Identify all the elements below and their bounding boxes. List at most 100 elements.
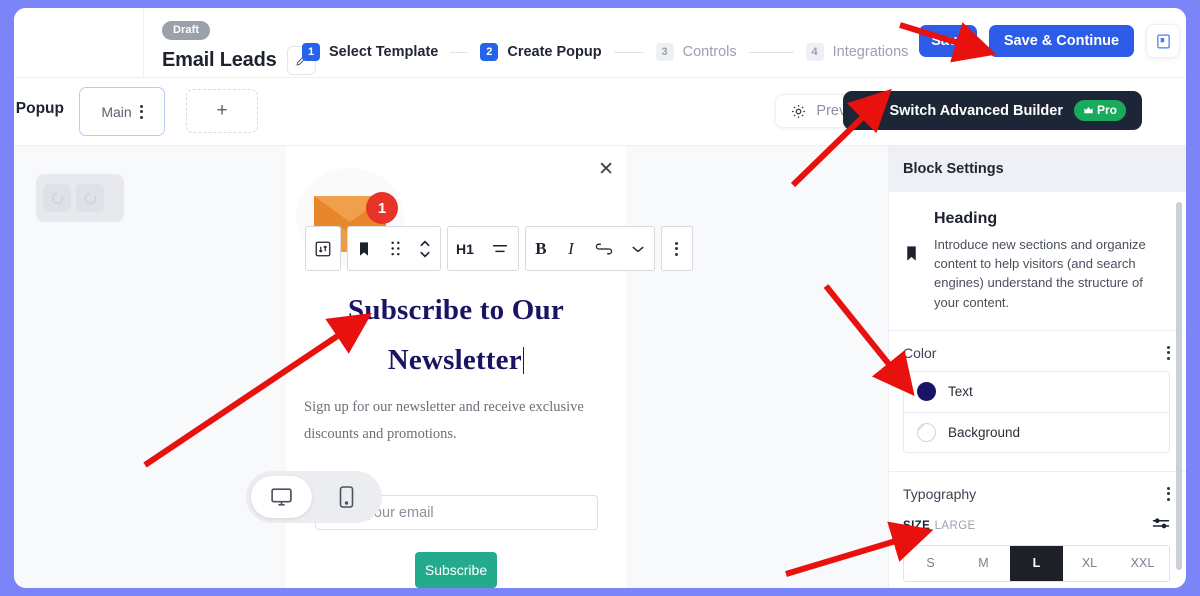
align-icon[interactable] — [482, 226, 518, 271]
editor-section-label: it Popup — [14, 100, 64, 117]
save-and-continue-button[interactable]: Save & Continue — [989, 25, 1134, 57]
step-label: Create Popup — [507, 44, 602, 60]
color-row-label: Background — [948, 424, 1021, 440]
font-size-selector: S M L XL XXL — [903, 544, 1170, 582]
popup-subtext[interactable]: Sign up for our newsletter and receive e… — [304, 394, 604, 448]
tab-main-label: Main — [101, 103, 132, 120]
heading-level-button[interactable]: H1 — [448, 226, 482, 271]
device-mobile-button[interactable] — [316, 476, 377, 518]
size-option-l[interactable]: L — [1010, 545, 1063, 581]
layout-icon — [861, 103, 877, 118]
size-option-xl[interactable]: XL — [1063, 546, 1116, 581]
step-create-popup[interactable]: 2 Create Popup — [480, 43, 602, 61]
loading-skeleton — [36, 174, 124, 222]
editor-canvas: ✕ 1 H1 B I Subscribe to Our Newsletter S… — [14, 146, 888, 588]
size-option-s[interactable]: S — [904, 546, 957, 581]
panel-scrollbar[interactable] — [1176, 202, 1182, 570]
block-info: Heading Introduce new sections and organ… — [889, 192, 1186, 331]
color-row-background[interactable]: Background — [904, 411, 1169, 452]
step-connector — [613, 51, 644, 53]
toolbar-group-block — [347, 226, 441, 271]
switch-advanced-builder-button[interactable]: Switch Advanced Builder Pro — [843, 91, 1142, 130]
step-controls[interactable]: 3 Controls — [655, 43, 737, 61]
step-number: 4 — [805, 43, 824, 61]
step-label: Integrations — [832, 44, 909, 60]
pro-badge-label: Pro — [1096, 103, 1117, 117]
crown-icon — [1084, 106, 1093, 113]
move-updown-icon[interactable] — [410, 226, 440, 271]
grip-dots-icon — [390, 241, 400, 256]
background-color-swatch[interactable] — [917, 422, 936, 442]
chain-link-icon — [595, 243, 613, 254]
topbar-actions: Save Save & Continue — [919, 24, 1186, 58]
color-row-text[interactable]: Text — [904, 372, 1169, 412]
docs-button[interactable] — [1146, 24, 1180, 58]
typography-settings-button[interactable] — [1152, 516, 1170, 535]
color-section-header: Color — [889, 331, 1186, 371]
size-option-m[interactable]: M — [957, 546, 1010, 581]
chevron-updown-icon — [420, 239, 430, 258]
tab-kebab-icon[interactable] — [139, 104, 143, 119]
app-window: ‹ Draft Email Leads 1 Select Template 2 — [14, 8, 1186, 588]
step-integrations[interactable]: 4 Integrations — [805, 43, 909, 61]
typography-kebab-icon[interactable] — [1167, 486, 1170, 501]
device-desktop-button[interactable] — [251, 476, 312, 518]
toolbar-group-heading: H1 — [447, 226, 519, 271]
pro-badge: Pro — [1073, 100, 1126, 121]
subscribe-button[interactable]: Subscribe — [415, 552, 497, 588]
close-icon[interactable]: ✕ — [598, 160, 614, 179]
typography-section-title: Typography — [903, 485, 977, 502]
book-icon — [1156, 33, 1170, 49]
color-section-title: Color — [903, 344, 937, 361]
typography-section-header: Typography — [889, 472, 1186, 512]
more-formats-chevron-icon[interactable] — [622, 226, 654, 271]
top-bar: ‹ Draft Email Leads 1 Select Template 2 — [14, 8, 1186, 78]
sub-bar: it Popup Main + Preview Switch Advanced … — [14, 78, 1186, 146]
heading-block-icon[interactable] — [348, 226, 380, 271]
italic-button[interactable]: I — [556, 226, 586, 271]
block-icon-wrap — [903, 210, 920, 312]
size-option-xxl[interactable]: XXL — [1116, 546, 1169, 581]
chevron-down-icon — [632, 246, 644, 252]
block-editor-toolbar: H1 B I — [305, 226, 693, 271]
bookmark-icon — [360, 241, 368, 256]
bold-button[interactable]: B — [526, 226, 556, 271]
desktop-icon — [271, 487, 292, 506]
envelope-badge: 1 — [366, 192, 398, 224]
color-row-label: Text — [948, 384, 973, 400]
step-number: 1 — [302, 43, 320, 61]
popup-heading-text: Subscribe to Our Newsletter — [348, 294, 564, 376]
color-kebab-icon[interactable] — [1167, 345, 1170, 360]
size-value: LARGE — [934, 520, 976, 533]
save-button[interactable]: Save — [919, 25, 977, 57]
step-select-template[interactable]: 1 Select Template — [302, 43, 438, 61]
step-connector — [748, 51, 794, 53]
toolbar-group-format: B I — [524, 226, 655, 271]
step-label: Select Template — [329, 44, 439, 60]
placeholder-icon — [76, 184, 104, 212]
drag-handle-icon[interactable] — [380, 226, 410, 271]
transform-block-icon[interactable] — [306, 226, 340, 271]
options-kebab-icon[interactable] — [662, 226, 692, 271]
placeholder-icon — [43, 184, 71, 212]
transform-icon — [315, 241, 331, 256]
step-number: 2 — [480, 43, 499, 61]
tab-main[interactable]: Main — [79, 87, 165, 136]
screenshot-root: ‹ Draft Email Leads 1 Select Template 2 — [0, 0, 1200, 596]
step-connector — [450, 51, 469, 53]
toolbar-group-options — [660, 226, 693, 271]
size-row: SIZE LARGE — [889, 512, 1186, 545]
status-badge: Draft — [162, 21, 211, 40]
spinner-icon — [51, 192, 63, 204]
text-align-icon — [492, 244, 508, 252]
topbar-left-section: ‹ — [14, 8, 144, 77]
popup-heading[interactable]: Subscribe to Our Newsletter — [286, 286, 626, 386]
step-number: 3 — [655, 43, 674, 61]
text-color-swatch[interactable] — [917, 382, 936, 402]
step-label: Controls — [682, 44, 737, 60]
spinner-icon — [84, 192, 96, 204]
add-tab-button[interactable]: + — [186, 89, 258, 133]
link-icon[interactable] — [586, 226, 622, 271]
color-options: Text Background — [903, 370, 1170, 453]
panel-header: Block Settings — [889, 146, 1186, 192]
